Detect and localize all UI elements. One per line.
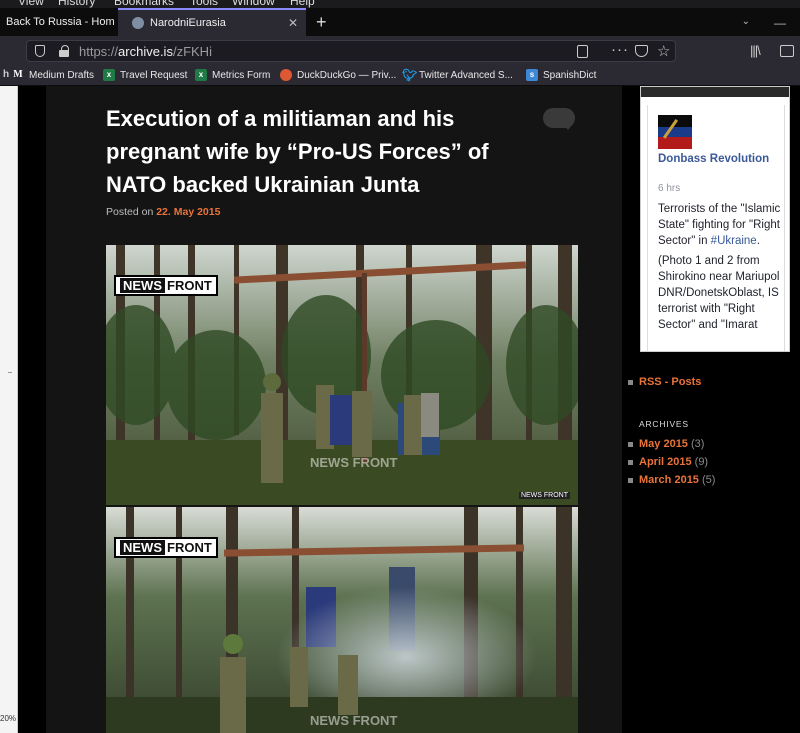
menu-help[interactable]: Help (290, 0, 315, 8)
menu-view[interactable]: View (18, 0, 44, 8)
spanishdict-icon: s (526, 69, 538, 81)
globe-icon (132, 17, 144, 29)
chevron-down-icon[interactable]: ⌄ (742, 16, 750, 27)
tab-narodnieurasia[interactable]: NarodniEurasia ✕ (118, 8, 306, 36)
library-icon[interactable]: |||\ (750, 43, 761, 58)
bullet (628, 441, 633, 447)
lock-icon[interactable] (59, 45, 69, 57)
newsfront-logo: NEWS FRONT (114, 537, 218, 558)
sidebar-icon[interactable] (780, 45, 794, 57)
duckduckgo-icon (280, 69, 292, 81)
widget-top-band (641, 87, 789, 97)
archive-left-strip: 20% (0, 86, 18, 733)
url-bar[interactable]: https://archive.is/zFKHi ··· ☆ (26, 40, 676, 62)
bookmark-duckduckgo[interactable]: DuckDuckGo — Priv... (280, 69, 396, 81)
watermark: NEWS FRONT (310, 713, 398, 728)
cross-icon (662, 118, 688, 146)
fb-post-text: Terrorists of the "Islamic State" fighti… (658, 203, 781, 331)
bullet (628, 477, 633, 483)
watermark: NEWS FRONT (310, 455, 398, 470)
avatar[interactable] (658, 115, 692, 149)
archive-item-april-2015[interactable]: April 2015 (9) (628, 456, 708, 468)
medium-icon: M (13, 69, 23, 80)
bookmarks-toolbar: h M Medium Drafts x Travel Request x Metric… (0, 66, 800, 86)
newsfront-logo: NEWS FRONT (114, 275, 218, 296)
more-actions-icon[interactable]: ··· (611, 41, 629, 58)
post-photo-1: NEWS FRONT NEWS FRONT NEWS FRONT (106, 245, 578, 505)
excel-icon: x (195, 69, 207, 81)
sidebar: Donbass Revolution 6 hrs Terrorists of t… (628, 86, 800, 733)
menu-bookmarks[interactable]: Bookmarks (114, 0, 174, 8)
bookmark-metrics-form[interactable]: x Metrics Form (195, 69, 270, 81)
main-content: Execution of a militiaman and his pregna… (46, 86, 622, 733)
new-tab-button[interactable]: + (316, 13, 327, 31)
menu-window[interactable]: Window (232, 0, 275, 8)
archive-item-march-2015[interactable]: March 2015 (5) (628, 474, 715, 486)
menu-history[interactable]: History (58, 0, 95, 8)
menu-bar: View History Bookmarks Tools Window Help (0, 0, 800, 8)
nav-toolbar: https://archive.is/zFKHi ··· ☆ |||\ (0, 36, 800, 66)
bookmark-twitter-advanced[interactable]: 🐦︎ Twitter Advanced S... (402, 69, 513, 81)
bullet (628, 459, 633, 465)
divider (8, 372, 12, 373)
tab-back-to-russia[interactable]: Back To Russia - Hom (0, 8, 118, 36)
close-icon[interactable]: ✕ (288, 16, 298, 30)
archives-heading: ARCHIVES (639, 419, 689, 429)
tab-label: Back To Russia - Hom (6, 16, 115, 28)
watermark-small: NEWS FRONT (518, 492, 570, 499)
tab-strip: Back To Russia - Hom NarodniEurasia ✕ + … (0, 8, 800, 36)
comment-bubble-icon[interactable] (543, 108, 575, 130)
facebook-post: Donbass Revolution 6 hrs Terrorists of t… (647, 105, 785, 351)
post-date-link[interactable]: 22. May 2015 (156, 206, 220, 218)
bookmark-travel-request[interactable]: x Travel Request (103, 69, 187, 81)
minimize-icon[interactable]: — (774, 16, 786, 30)
rss-posts-link[interactable]: RSS - Posts (628, 376, 701, 388)
tab-label: NarodniEurasia (150, 17, 226, 29)
zoom-level: 20% (0, 714, 17, 723)
fb-post-time[interactable]: 6 hrs (658, 183, 680, 194)
post-title[interactable]: Execution of a militiaman and his pregna… (106, 102, 546, 201)
bookmark-medium-drafts[interactable]: M Medium Drafts (12, 69, 94, 81)
reader-view-icon[interactable] (577, 45, 588, 58)
twitter-icon: 🐦︎ (402, 68, 418, 82)
facebook-widget: Donbass Revolution 6 hrs Terrorists of t… (640, 86, 790, 352)
pocket-icon[interactable] (635, 45, 648, 57)
menu-tools[interactable]: Tools (190, 0, 218, 8)
bookmark-star-icon[interactable]: ☆ (657, 42, 670, 60)
bookmark-spanishdict[interactable]: s SpanishDict (526, 69, 596, 81)
bookmark-icon: h (2, 69, 10, 80)
post-meta: Posted on 22. May 2015 (106, 206, 221, 218)
excel-icon: x (103, 69, 115, 81)
page-content: Execution of a militiaman and his pregna… (18, 86, 800, 733)
hashtag-link[interactable]: #Ukraine (711, 235, 757, 247)
post-photo-2: NEWS FRONT NEWS FRONT (106, 507, 578, 733)
bullet (628, 379, 633, 385)
shield-icon[interactable] (35, 45, 45, 57)
archive-item-may-2015[interactable]: May 2015 (3) (628, 438, 704, 450)
url-text[interactable]: https://archive.is/zFKHi (79, 44, 212, 59)
fb-page-name-link[interactable]: Donbass Revolution (658, 152, 778, 167)
